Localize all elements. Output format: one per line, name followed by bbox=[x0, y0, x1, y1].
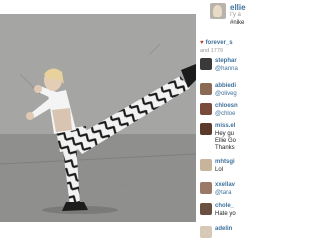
comment-username[interactable]: chloesn bbox=[215, 103, 238, 109]
avatar[interactable] bbox=[200, 58, 212, 70]
avatar[interactable] bbox=[210, 3, 226, 19]
post-caption[interactable]: #nike bbox=[230, 20, 244, 26]
comment-username[interactable]: miss.el bbox=[215, 123, 235, 129]
avatar[interactable] bbox=[200, 226, 212, 238]
avatar[interactable] bbox=[200, 123, 212, 135]
comment-text: Hey gu bbox=[215, 131, 235, 137]
comment-text[interactable]: @chloe bbox=[215, 111, 235, 118]
comment-username[interactable]: xxellav bbox=[215, 182, 235, 188]
comment-username[interactable]: abbiedi bbox=[215, 83, 236, 89]
comments-sidebar: ellie I'y a #nike ♥ forever_s and 1779 st… bbox=[196, 0, 250, 250]
comment-text[interactable]: @oliveg bbox=[215, 91, 237, 98]
comment-item: stephar @hanna bbox=[200, 58, 250, 84]
comment-username[interactable]: mhtsgi bbox=[215, 159, 235, 165]
comment-text: Lol bbox=[215, 167, 224, 173]
likes-count: and 1779 bbox=[200, 48, 223, 54]
avatar[interactable] bbox=[200, 182, 212, 194]
avatar[interactable] bbox=[200, 203, 212, 215]
heart-icon: ♥ bbox=[200, 40, 204, 46]
avatar[interactable] bbox=[200, 103, 212, 115]
comment-text[interactable]: @tara bbox=[215, 190, 231, 197]
avatar[interactable] bbox=[200, 159, 212, 171]
comment-item: adelin bbox=[200, 226, 250, 250]
comment-username[interactable]: chole_ bbox=[215, 203, 234, 209]
likes-row[interactable]: ♥ forever_s bbox=[200, 40, 233, 46]
comment-text: Hate yo bbox=[215, 211, 236, 217]
avatar[interactable] bbox=[200, 83, 212, 95]
post-subtitle: I'y a bbox=[230, 12, 241, 18]
comment-text: Thanks bbox=[215, 145, 235, 151]
instagram-post-view: ellie I'y a #nike ♥ forever_s and 1779 st… bbox=[0, 0, 250, 250]
liker-username[interactable]: forever_s bbox=[206, 40, 233, 46]
comment-username[interactable]: adelin bbox=[215, 226, 232, 232]
post-photo[interactable] bbox=[0, 14, 196, 222]
photo-image bbox=[0, 14, 196, 222]
comment-text: Ellie Go bbox=[215, 138, 237, 144]
post-username[interactable]: ellie bbox=[230, 3, 246, 12]
comment-text[interactable]: @hanna bbox=[215, 66, 238, 73]
comment-username[interactable]: stephar bbox=[215, 58, 237, 64]
comment-item: miss.el Hey gu Ellie Go Thanks bbox=[200, 123, 250, 151]
